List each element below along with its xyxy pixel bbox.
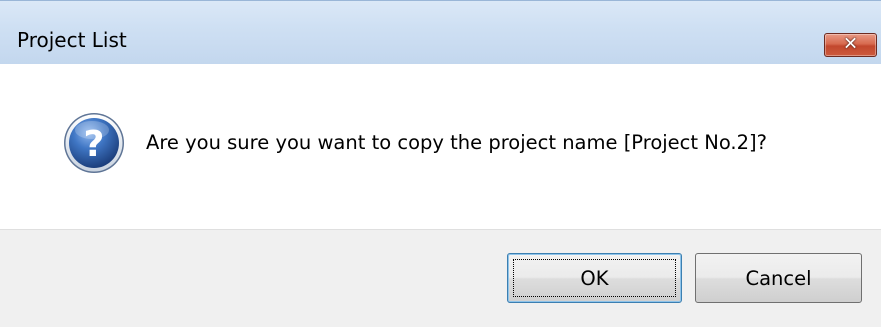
title-bar[interactable]: Project List ✕ bbox=[0, 0, 881, 64]
close-button[interactable]: ✕ bbox=[824, 33, 877, 57]
svg-text:?: ? bbox=[84, 124, 105, 165]
window-title: Project List bbox=[17, 28, 127, 52]
message-text: Are you sure you want to copy the projec… bbox=[146, 131, 767, 154]
confirmation-dialog: Project List ✕ ? Are you sure you want t… bbox=[0, 0, 881, 327]
cancel-button-label: Cancel bbox=[745, 266, 812, 290]
close-icon: ✕ bbox=[842, 33, 859, 55]
question-icon: ? bbox=[62, 111, 126, 175]
cancel-button[interactable]: Cancel bbox=[695, 253, 862, 303]
ok-button[interactable]: OK bbox=[507, 253, 682, 303]
message-area: ? Are you sure you want to copy the proj… bbox=[0, 64, 881, 229]
button-bar: OK Cancel bbox=[0, 229, 881, 327]
focus-indicator bbox=[513, 259, 676, 297]
